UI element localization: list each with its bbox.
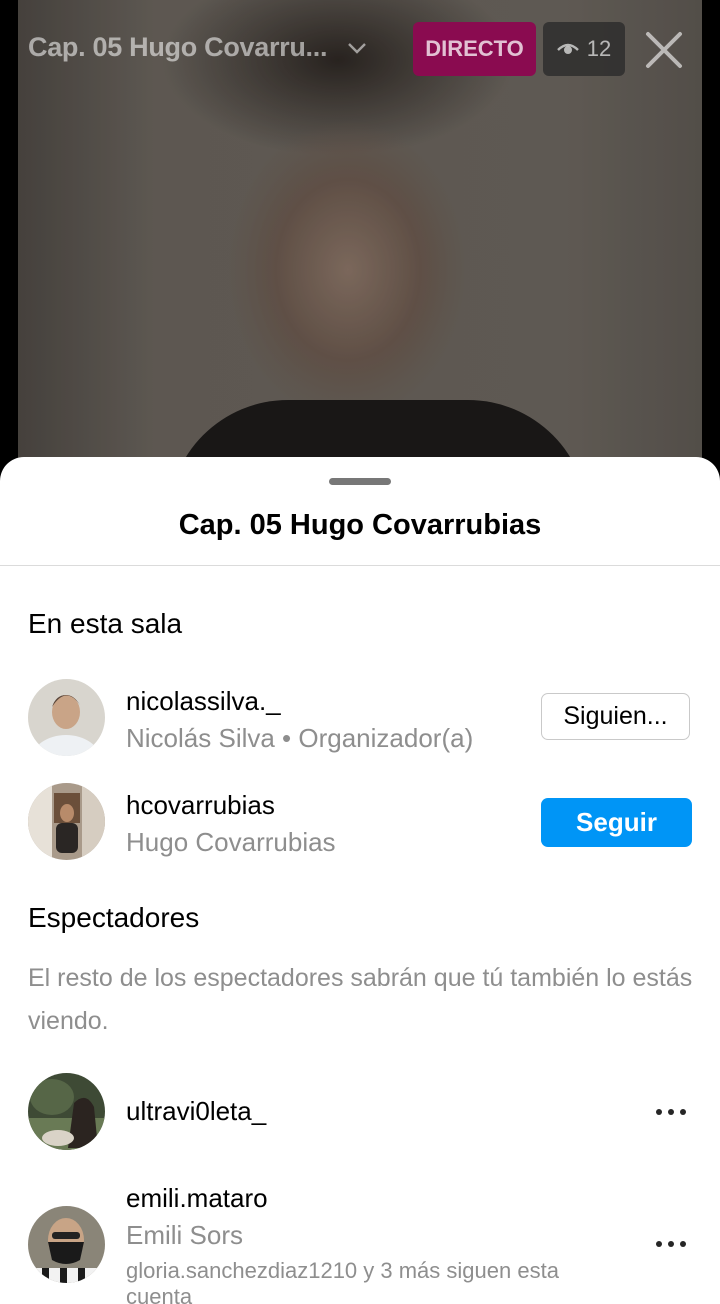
live-badge: DIRECTO bbox=[413, 22, 536, 76]
room-member-row[interactable]: hcovarrubias Hugo Covarrubias Seguir bbox=[0, 782, 720, 867]
username[interactable]: ultravi0leta_ bbox=[126, 1096, 266, 1127]
user-subtitle: Hugo Covarrubias bbox=[126, 827, 336, 857]
divider bbox=[0, 565, 720, 566]
room-member-row[interactable]: nicolassilva._ Nicolás Silva • Organizad… bbox=[0, 678, 720, 763]
close-icon[interactable] bbox=[644, 30, 684, 70]
avatar[interactable] bbox=[28, 1206, 105, 1283]
live-title-dropdown[interactable]: Cap. 05 Hugo Covarru... bbox=[28, 32, 367, 63]
following-button[interactable]: Siguien... bbox=[541, 693, 690, 740]
sheet-grabber[interactable] bbox=[329, 478, 391, 485]
viewer-row[interactable]: ultravi0leta_ bbox=[0, 1072, 720, 1152]
eye-icon bbox=[556, 43, 579, 54]
viewer-count-badge[interactable]: 12 bbox=[543, 22, 625, 76]
user-subtitle: Nicolás Silva • Organizador(a) bbox=[126, 723, 474, 753]
viewer-row[interactable]: emili.mataro Emili Sors gloria.sanchezdi… bbox=[0, 1179, 720, 1304]
viewers-description: El resto de los espectadores sabrán que … bbox=[28, 964, 693, 1035]
chevron-down-icon bbox=[348, 42, 367, 54]
username[interactable]: hcovarrubias bbox=[126, 790, 275, 821]
avatar[interactable] bbox=[28, 679, 105, 756]
avatar[interactable] bbox=[28, 783, 105, 860]
more-options-icon[interactable] bbox=[654, 1107, 688, 1117]
more-options-icon[interactable] bbox=[654, 1239, 688, 1249]
user-subtitle: Emili Sors bbox=[126, 1220, 244, 1250]
room-heading: En esta sala bbox=[28, 608, 183, 639]
username[interactable]: nicolassilva._ bbox=[126, 686, 281, 717]
sheet-title: Cap. 05 Hugo Covarrubias bbox=[178, 509, 542, 541]
viewer-count: 12 bbox=[586, 36, 612, 61]
mutual-followers-text: gloria.sanchezdiaz1210 y 3 más siguen es… bbox=[126, 1258, 559, 1304]
username[interactable]: emili.mataro bbox=[126, 1183, 268, 1214]
live-title-text: Cap. 05 Hugo Covarru... bbox=[28, 32, 328, 62]
viewers-heading: Espectadores bbox=[28, 902, 200, 933]
avatar[interactable] bbox=[28, 1073, 105, 1150]
participants-sheet: Cap. 05 Hugo Covarrubias En esta sala ni… bbox=[0, 457, 720, 1304]
follow-button[interactable]: Seguir bbox=[541, 798, 692, 847]
